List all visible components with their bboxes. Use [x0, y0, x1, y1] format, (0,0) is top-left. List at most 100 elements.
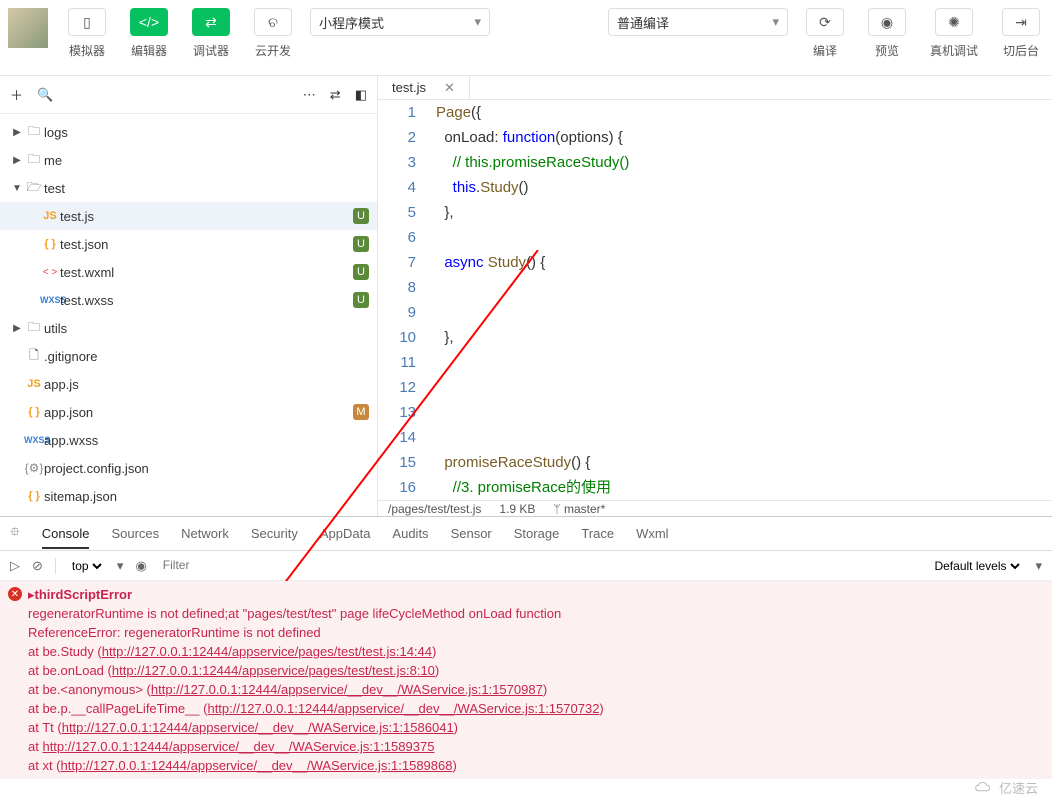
tab-test-js[interactable]: test.js ✕	[378, 76, 470, 99]
stack-link[interactable]: http://127.0.0.1:12444/appservice/__dev_…	[186, 777, 578, 779]
background-label: 切后台	[1003, 42, 1039, 59]
error-line: regeneratorRuntime is not defined;at "pa…	[28, 604, 1044, 623]
file-app-json[interactable]: { }app.jsonM	[0, 398, 377, 426]
debugger-label: 调试器	[193, 42, 229, 59]
editor-button[interactable]: </> 编辑器	[120, 8, 178, 59]
main-toolbar: ▯ 模拟器 </> 编辑器 ⇄ 调试器 ଚ 云开发 小程序模式 普通编译 ⟳ 编…	[0, 0, 1052, 76]
file-explorer: ＋ 🔍 ⋯ ⇄ ◧ ▶🗀logs ▶🗀me ▼🗁test JStest.jsU …	[0, 76, 378, 516]
code-body[interactable]: Page({ onLoad: function(options) { // th…	[428, 100, 1052, 500]
compile-button[interactable]: ⟳ 编译	[796, 8, 854, 59]
tab-audits[interactable]: Audits	[392, 526, 428, 541]
tab-sources[interactable]: Sources	[111, 526, 159, 541]
debug-icon: ⇄	[192, 8, 230, 36]
debugger-button[interactable]: ⇄ 调试器	[182, 8, 240, 59]
status-size: 1.9 KB	[499, 502, 535, 516]
line-gutter: 12345678910111213141516	[378, 100, 428, 500]
editor-status-bar: /pages/test/test.js 1.9 KB ᛘ master*	[378, 500, 1052, 516]
error-icon: ✕	[8, 587, 22, 601]
watermark: 亿速云	[973, 778, 1038, 797]
inspect-icon[interactable]: ⯐	[10, 523, 20, 545]
stack-link[interactable]: http://127.0.0.1:12444/appservice/__dev_…	[151, 682, 543, 697]
stack-link[interactable]: http://127.0.0.1:12444/appservice/pages/…	[102, 644, 432, 659]
search-icon[interactable]: 🔍	[37, 87, 53, 103]
eye-icon: ◉	[868, 8, 906, 36]
clear-icon[interactable]: ⊘	[32, 558, 43, 574]
file-app-wxss[interactable]: WXSSapp.wxss	[0, 426, 377, 454]
code-editor: test.js ✕ 12345678910111213141516 Page({…	[378, 76, 1052, 516]
mode-select-value: 小程序模式	[319, 13, 384, 32]
remote-debug-button[interactable]: ✺ 真机调试	[920, 8, 988, 59]
simulator-button[interactable]: ▯ 模拟器	[58, 8, 116, 59]
file-test-json[interactable]: { }test.jsonU	[0, 230, 377, 258]
play-icon[interactable]: ▷	[10, 558, 20, 574]
tab-sensor[interactable]: Sensor	[451, 526, 492, 541]
more-icon[interactable]: ⋯	[303, 87, 316, 103]
status-badge: U	[353, 292, 369, 308]
console-controls: ▷ ⊘ top ▾ ◉ Default levels ▾	[0, 551, 1052, 581]
close-icon[interactable]: ✕	[444, 80, 455, 96]
tab-trace[interactable]: Trace	[581, 526, 614, 541]
compile-mode-value: 普通编译	[617, 13, 669, 32]
tab-storage[interactable]: Storage	[514, 526, 560, 541]
tab-security[interactable]: Security	[251, 526, 298, 541]
branch-icon: ᛘ master*	[553, 502, 605, 516]
console-output[interactable]: ✕ ▸thirdScriptError regeneratorRuntime i…	[0, 581, 1052, 779]
editor-label: 编辑器	[131, 42, 167, 59]
folder-me[interactable]: ▶🗀me	[0, 146, 377, 174]
refresh-icon: ⟳	[806, 8, 844, 36]
background-button[interactable]: ⇥ 切后台	[992, 8, 1050, 59]
compile-mode-select[interactable]: 普通编译	[608, 8, 788, 36]
status-badge: U	[353, 236, 369, 252]
chevron-down-icon[interactable]: ▾	[1035, 558, 1042, 574]
status-path: /pages/test/test.js	[388, 502, 481, 516]
scope-select[interactable]: top	[68, 558, 105, 574]
folder-test[interactable]: ▼🗁test	[0, 174, 377, 202]
stack-link[interactable]: http://127.0.0.1:12444/appservice/__dev_…	[61, 758, 453, 773]
file-project-config[interactable]: {⚙}project.config.json	[0, 454, 377, 482]
cloud-button[interactable]: ଚ 云开发	[244, 8, 302, 59]
file-test-wxml[interactable]: < >test.wxmlU	[0, 258, 377, 286]
stack-link[interactable]: http://127.0.0.1:12444/appservice/pages/…	[112, 663, 435, 678]
tab-appdata[interactable]: AppData	[320, 526, 371, 541]
live-eye-icon[interactable]: ◉	[135, 558, 146, 574]
compile-label: 编译	[813, 42, 837, 59]
tab-network[interactable]: Network	[181, 526, 229, 541]
stack-link[interactable]: http://127.0.0.1:12444/appservice/__dev_…	[207, 701, 599, 716]
tab-console[interactable]: Console	[42, 526, 90, 549]
workspace: ＋ 🔍 ⋯ ⇄ ◧ ▶🗀logs ▶🗀me ▼🗁test JStest.jsU …	[0, 76, 1052, 516]
add-file-icon[interactable]: ＋	[10, 85, 23, 104]
code-icon: </>	[130, 8, 168, 36]
preview-label: 预览	[875, 42, 899, 59]
explorer-toolbar: ＋ 🔍 ⋯ ⇄ ◧	[0, 76, 377, 114]
project-logo	[8, 8, 48, 48]
remote-label: 真机调试	[930, 42, 978, 59]
file-app-js[interactable]: JSapp.js	[0, 370, 377, 398]
devtools-panel: ⯐ Console Sources Network Security AppDa…	[0, 516, 1052, 779]
bug-icon: ✺	[935, 8, 973, 36]
folder-logs[interactable]: ▶🗀logs	[0, 118, 377, 146]
filter-input[interactable]	[159, 556, 379, 575]
stack-link[interactable]: http://127.0.0.1:12444/appservice/__dev_…	[62, 720, 454, 735]
exit-icon: ⇥	[1002, 8, 1040, 36]
tab-label: test.js	[392, 80, 426, 95]
file-gitignore[interactable]: 🗋.gitignore	[0, 342, 377, 370]
file-test-js[interactable]: JStest.jsU	[0, 202, 377, 230]
error-line: ReferenceError: regeneratorRuntime is no…	[28, 623, 1044, 642]
stack-link[interactable]: http://127.0.0.1:12444/appservice/__dev_…	[42, 739, 434, 754]
tab-wxml[interactable]: Wxml	[636, 526, 669, 541]
levels-select[interactable]: Default levels	[930, 558, 1023, 574]
mode-select[interactable]: 小程序模式	[310, 8, 490, 36]
status-badge: M	[353, 404, 369, 420]
file-sitemap[interactable]: { }sitemap.json	[0, 482, 377, 510]
file-tree: ▶🗀logs ▶🗀me ▼🗁test JStest.jsU { }test.js…	[0, 114, 377, 516]
collapse-icon[interactable]: ⇄	[330, 87, 341, 103]
chevron-down-icon[interactable]: ▾	[117, 558, 124, 574]
status-badge: U	[353, 208, 369, 224]
cloud-icon: ଚ	[254, 8, 292, 36]
file-test-wxss[interactable]: WXSStest.wxssU	[0, 286, 377, 314]
split-icon[interactable]: ◧	[355, 87, 367, 103]
phone-icon: ▯	[68, 8, 106, 36]
preview-button[interactable]: ◉ 预览	[858, 8, 916, 59]
code-area[interactable]: 12345678910111213141516 Page({ onLoad: f…	[378, 100, 1052, 500]
folder-utils[interactable]: ▶🗀utils	[0, 314, 377, 342]
